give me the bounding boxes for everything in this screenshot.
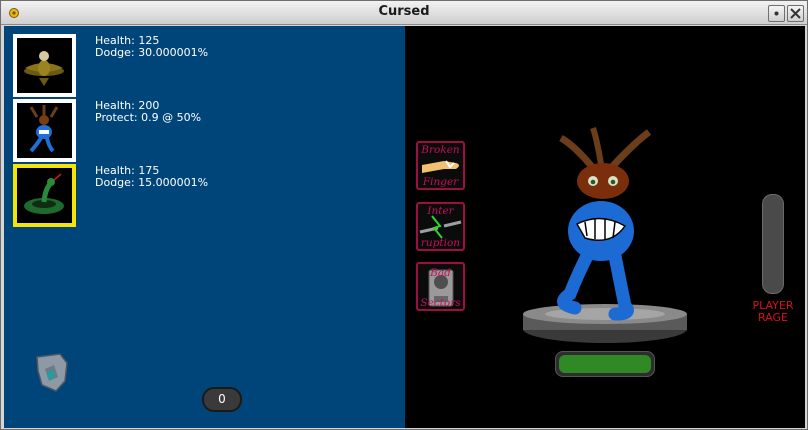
card-2-line2: ruption (420, 237, 461, 249)
rage-label-line2: RAGE (757, 311, 788, 324)
shield-icon[interactable] (32, 351, 72, 395)
player-character (523, 127, 687, 343)
party-portrait-3[interactable] (13, 164, 76, 227)
game-window: Cursed Health: 125 Dodge: 30.000001% Hea… (0, 0, 808, 430)
green-snake-icon (24, 173, 64, 214)
card-3-line2: Sectors (420, 297, 461, 309)
title-bar[interactable]: Cursed (1, 1, 807, 25)
close-icon (790, 8, 801, 19)
player-health-bar (555, 351, 655, 377)
close-button[interactable] (787, 5, 804, 22)
window-title: Cursed (378, 4, 430, 19)
card-3-line1: Bad (430, 267, 451, 279)
battle-panel: Broken Finger Inter ruption Bad Sectors … (405, 26, 805, 428)
party-2-ability: Protect: 0.9 @ 50% (95, 111, 202, 124)
party-1-ability: Dodge: 30.000001% (95, 46, 209, 59)
card-1-line1: Broken (421, 144, 460, 156)
shade-button[interactable] (768, 5, 785, 22)
player-rage-label: PLAYER RAGE (741, 300, 805, 324)
party-3-ability: Dodge: 15.000001% (95, 176, 209, 189)
party-portrait-2[interactable] (13, 99, 76, 162)
card-interruption[interactable]: Inter ruption (416, 202, 465, 251)
party-portrait-1[interactable] (13, 34, 76, 97)
dot-icon (774, 11, 779, 16)
broken-finger-icon (422, 160, 459, 173)
blue-imp-icon (29, 105, 59, 153)
player-health-fill (559, 355, 651, 373)
counter-display[interactable]: 0 (202, 387, 242, 412)
golden-bird-icon (24, 51, 64, 86)
card-bad-sectors[interactable]: Bad Sectors (416, 262, 465, 311)
player-rage-bar (762, 194, 784, 294)
party-panel: Health: 125 Dodge: 30.000001% Health: 20… (4, 26, 405, 428)
card-1-line2: Finger (422, 176, 459, 188)
card-broken-finger[interactable]: Broken Finger (416, 141, 465, 190)
